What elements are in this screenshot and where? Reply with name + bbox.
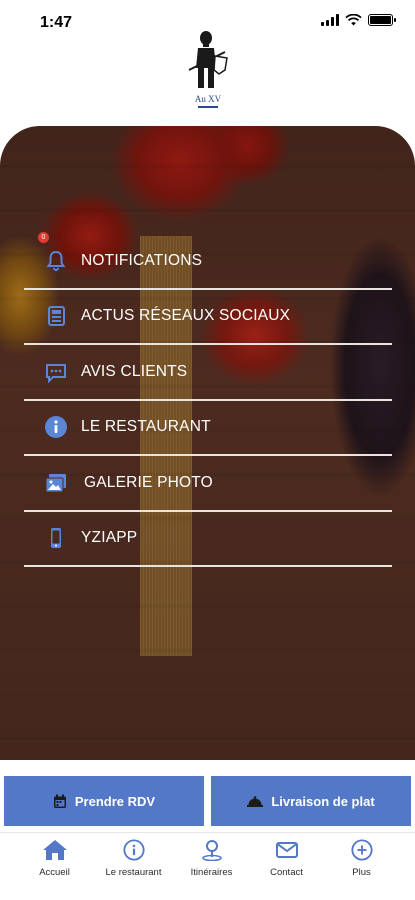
knight-logo: Au XV	[188, 31, 228, 108]
signal-icon	[321, 14, 339, 26]
battery-icon	[368, 14, 396, 26]
tab-restaurant[interactable]: Le restaurant	[92, 839, 175, 889]
menu-item-label: AVIS CLIENTS	[81, 362, 188, 380]
menu-item-label: GALERIE PHOTO	[84, 473, 213, 491]
tab-label: Plus	[352, 867, 371, 878]
menu-item-label: ACTUS RÉSEAUX SOCIAUX	[81, 307, 291, 325]
main-menu: 0 NOTIFICATIONS ACTUS RÉSEAUX SOCIAUX AV…	[24, 232, 392, 567]
plus-circle-icon	[350, 839, 373, 861]
images-icon	[45, 473, 66, 493]
livraison-label: Livraison de plat	[271, 793, 375, 809]
hero-background: 0 NOTIFICATIONS ACTUS RÉSEAUX SOCIAUX AV…	[0, 126, 415, 760]
menu-item-label: LE RESTAURANT	[81, 418, 211, 436]
info-circle-icon	[122, 839, 145, 861]
map-pin-icon	[201, 840, 222, 861]
tab-label: Le restaurant	[105, 867, 162, 878]
tab-plus[interactable]: Plus	[320, 839, 403, 889]
bell-icon	[46, 250, 66, 271]
status-icons	[321, 14, 396, 26]
menu-item-notifications[interactable]: 0 NOTIFICATIONS	[24, 232, 392, 290]
tab-itineraires[interactable]: Itinéraires	[170, 839, 253, 889]
tab-accueil[interactable]: Accueil	[13, 839, 96, 889]
action-bar: Prendre RDV Livraison de plat	[0, 760, 415, 832]
tab-label: Itinéraires	[190, 867, 233, 878]
menu-item-galerie[interactable]: GALERIE PHOTO	[24, 456, 392, 512]
notification-badge: 0	[38, 232, 49, 243]
envelope-icon	[275, 842, 298, 858]
cloche-icon	[247, 796, 264, 807]
mobile-icon	[51, 528, 61, 549]
logo-text: Au XV	[195, 94, 222, 104]
status-time: 1:47	[40, 14, 73, 31]
menu-item-restaurant[interactable]: LE RESTAURANT	[24, 401, 392, 456]
menu-item-label: NOTIFICATIONS	[81, 251, 203, 269]
calendar-icon	[53, 794, 66, 808]
newspaper-icon	[48, 306, 65, 327]
tab-contact[interactable]: Contact	[245, 839, 328, 889]
menu-item-actus[interactable]: ACTUS RÉSEAUX SOCIAUX	[24, 290, 392, 345]
prendre-rdv-button[interactable]: Prendre RDV	[4, 776, 204, 826]
info-icon	[45, 416, 67, 439]
livraison-button[interactable]: Livraison de plat	[211, 776, 411, 826]
comment-icon	[46, 363, 66, 384]
menu-item-yziapp[interactable]: YZIAPP	[24, 512, 392, 567]
tab-bar: Accueil Le restaurant Itinéraires Contac…	[0, 832, 415, 900]
wifi-icon	[345, 14, 362, 26]
prendre-rdv-label: Prendre RDV	[74, 793, 156, 809]
menu-item-avis[interactable]: AVIS CLIENTS	[24, 345, 392, 401]
tab-label: Accueil	[39, 867, 70, 878]
menu-item-label: YZIAPP	[81, 529, 138, 547]
tab-label: Contact	[270, 867, 303, 878]
home-icon	[42, 840, 67, 860]
